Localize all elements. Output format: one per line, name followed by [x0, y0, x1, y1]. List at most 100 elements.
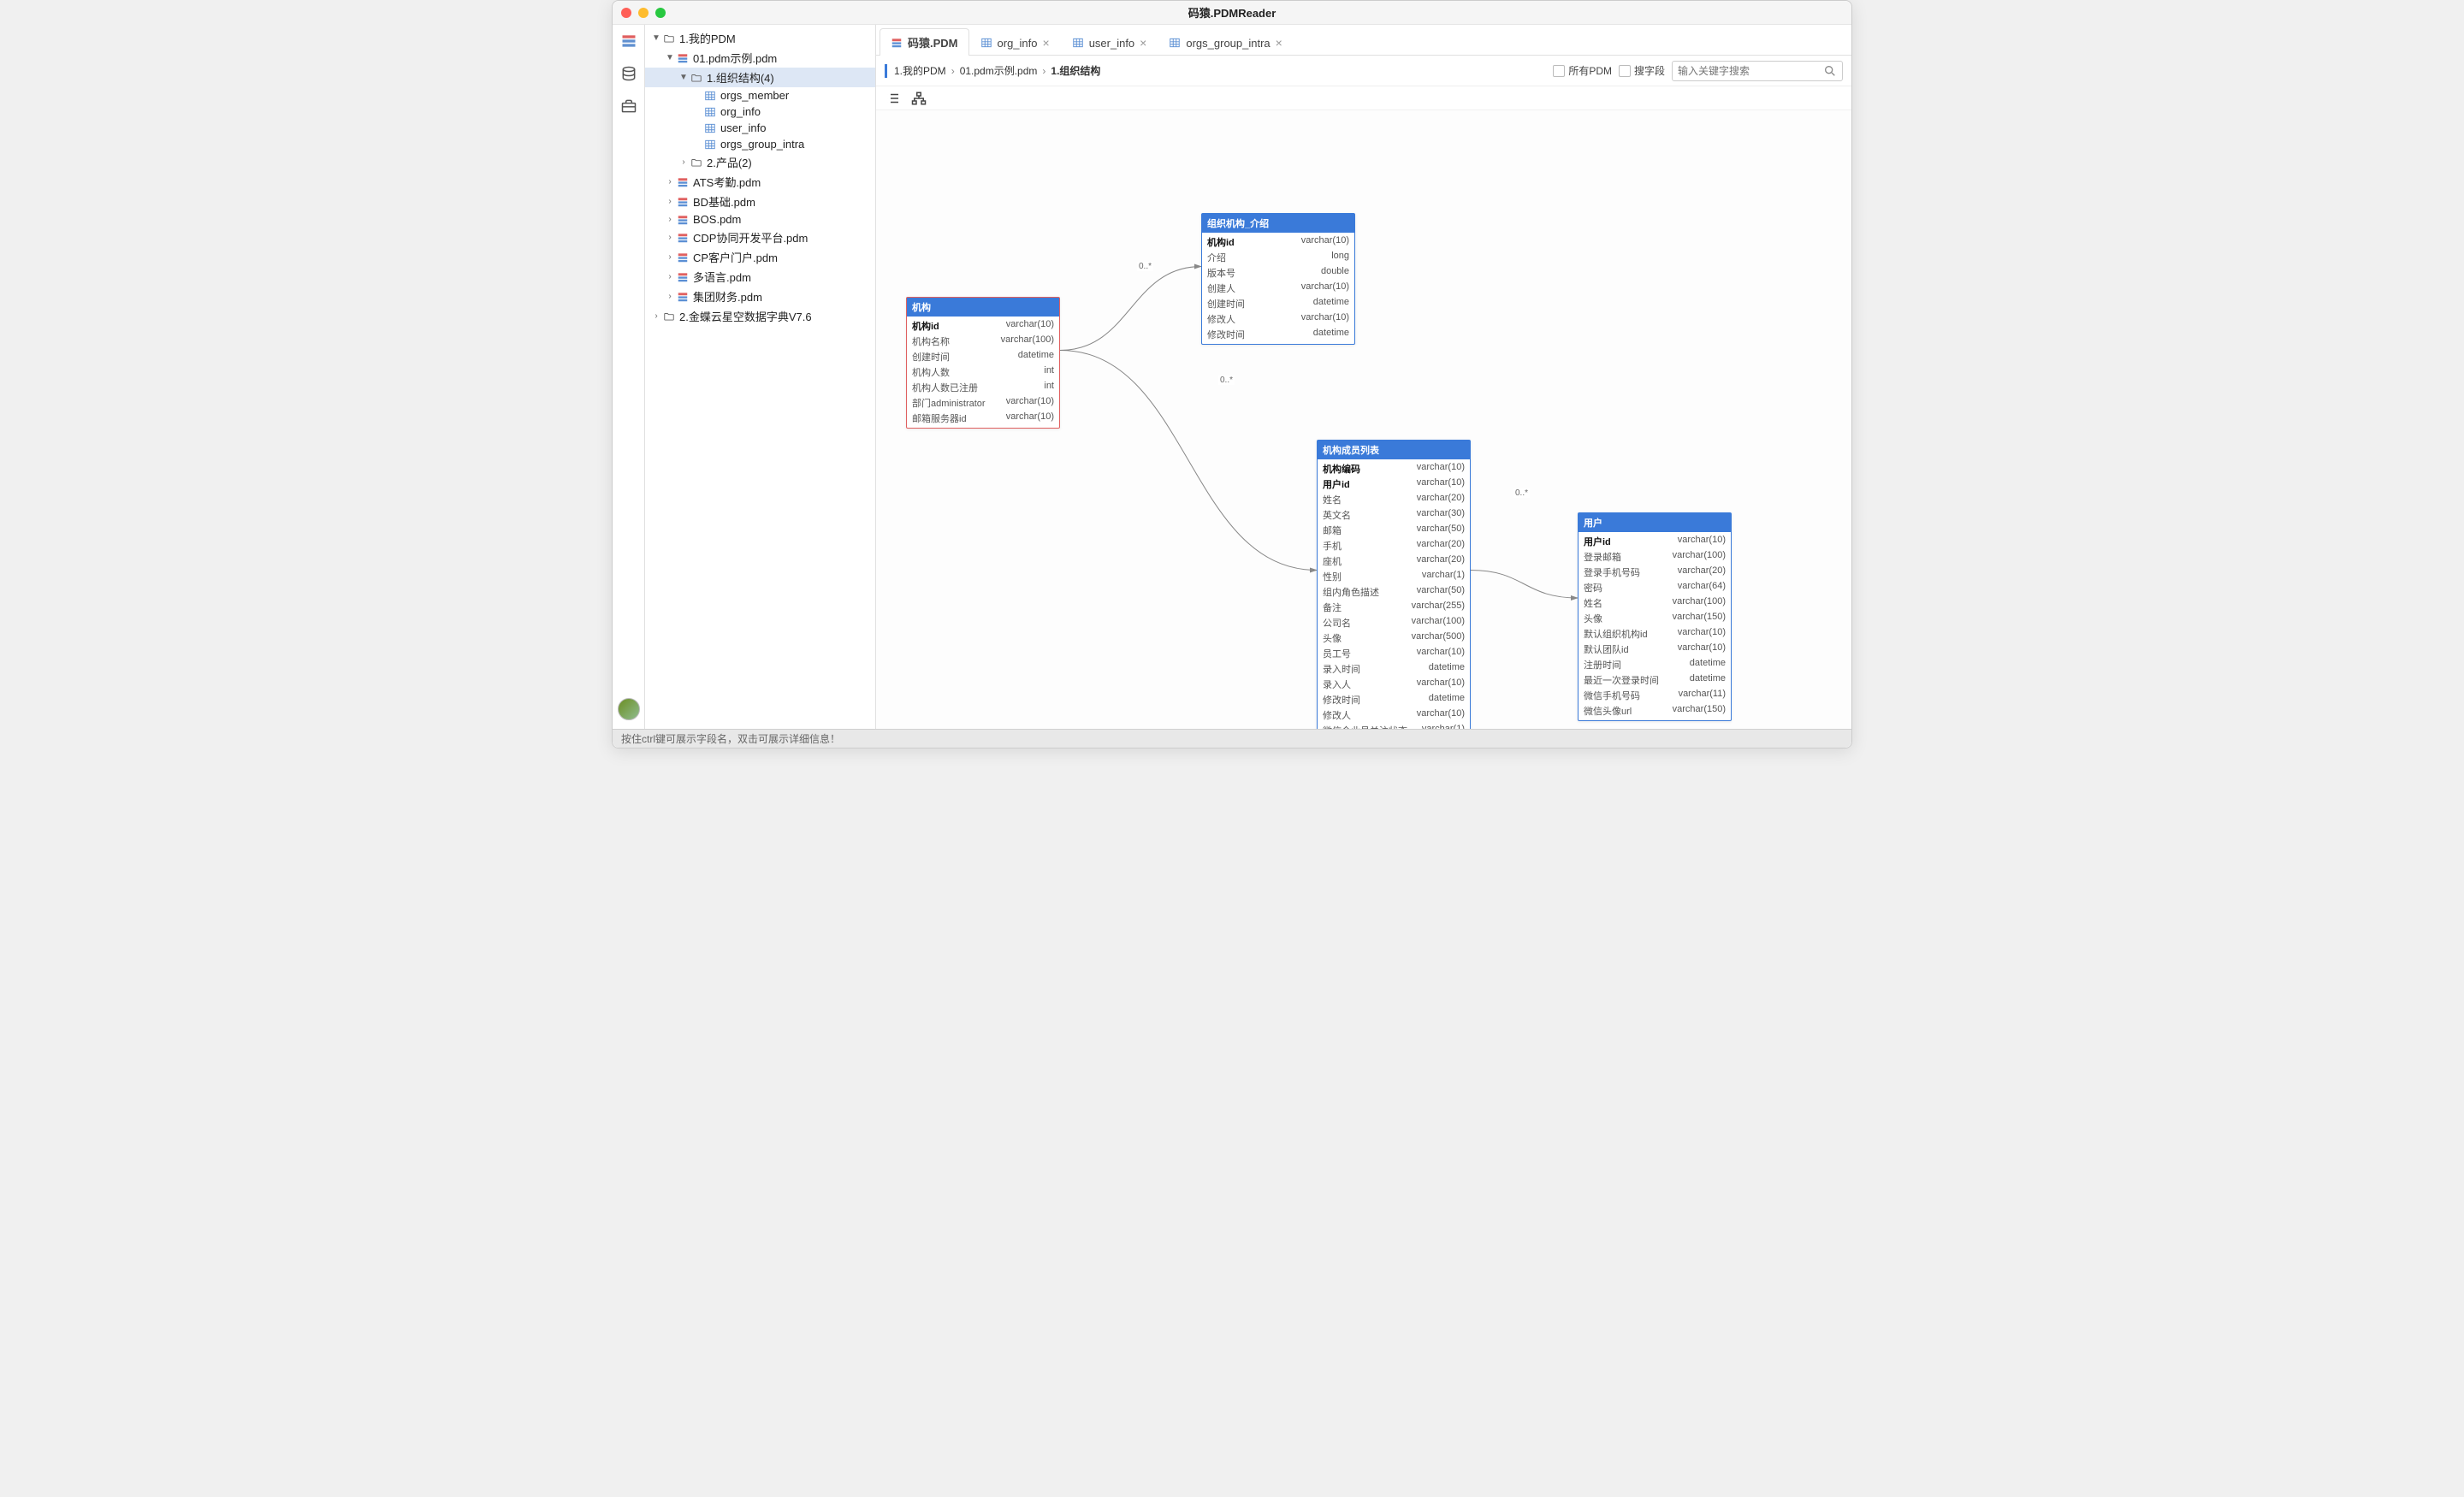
expand-icon[interactable]: ›: [650, 311, 662, 321]
erd-column[interactable]: 机构idvarchar(10): [1202, 234, 1354, 250]
erd-column[interactable]: 录入人varchar(10): [1318, 677, 1470, 692]
erd-column[interactable]: 备注varchar(255): [1318, 600, 1470, 615]
erd-column[interactable]: 登录手机号码varchar(20): [1578, 565, 1731, 580]
tree-item[interactable]: ▼1.组织结构(4): [645, 68, 875, 87]
expand-icon[interactable]: ›: [664, 215, 676, 224]
tree-item[interactable]: ›多语言.pdm: [645, 267, 875, 287]
search-input[interactable]: [1678, 65, 1818, 77]
diagram-view-icon[interactable]: [910, 90, 927, 107]
expand-icon[interactable]: ›: [664, 292, 676, 301]
expand-icon[interactable]: ›: [664, 177, 676, 186]
erd-table[interactable]: 用户用户idvarchar(10)登录邮箱varchar(100)登录手机号码v…: [1578, 512, 1732, 721]
tree-item[interactable]: ›2.产品(2): [645, 152, 875, 172]
erd-column[interactable]: 最近一次登录时间datetime: [1578, 672, 1731, 688]
expand-icon[interactable]: ›: [664, 272, 676, 281]
window-close-icon[interactable]: [621, 8, 631, 18]
erd-column[interactable]: 员工号varchar(10): [1318, 646, 1470, 661]
tab[interactable]: user_info×: [1061, 30, 1158, 55]
erd-column[interactable]: 登录邮箱varchar(100): [1578, 549, 1731, 565]
tab[interactable]: 码猿.PDM: [880, 28, 969, 56]
erd-column[interactable]: 修改时间datetime: [1202, 327, 1354, 342]
list-view-icon[interactable]: [885, 90, 902, 107]
erd-column[interactable]: 创建人varchar(10): [1202, 281, 1354, 296]
erd-table[interactable]: 机构机构idvarchar(10)机构名称varchar(100)创建时间dat…: [906, 297, 1060, 429]
erd-column[interactable]: 邮箱varchar(50): [1318, 523, 1470, 538]
breadcrumb-item[interactable]: 01.pdm示例.pdm: [960, 63, 1038, 78]
window-minimize-icon[interactable]: [638, 8, 649, 18]
window-maximize-icon[interactable]: [655, 8, 666, 18]
erd-column[interactable]: 头像varchar(150): [1578, 611, 1731, 626]
tab[interactable]: org_info×: [969, 30, 1061, 55]
tree-item[interactable]: orgs_group_intra: [645, 136, 875, 152]
toolbox-icon[interactable]: [619, 97, 638, 115]
erd-column[interactable]: 录入时间datetime: [1318, 661, 1470, 677]
breadcrumb-item[interactable]: 1.组织结构: [1051, 63, 1100, 78]
table-view-icon[interactable]: [619, 32, 638, 50]
erd-table[interactable]: 机构成员列表机构编码varchar(10)用户idvarchar(10)姓名va…: [1317, 440, 1471, 729]
breadcrumb[interactable]: 1.我的PDM 01.pdm示例.pdm 1.组织结构: [894, 63, 1100, 78]
expand-icon[interactable]: ›: [664, 197, 676, 206]
erd-column[interactable]: 机构名称varchar(100): [907, 334, 1059, 349]
erd-column[interactable]: 修改人varchar(10): [1318, 707, 1470, 723]
erd-column[interactable]: 公司名varchar(100): [1318, 615, 1470, 630]
expand-icon[interactable]: ▼: [664, 53, 676, 62]
erd-column[interactable]: 介绍long: [1202, 250, 1354, 265]
erd-column[interactable]: 版本号double: [1202, 265, 1354, 281]
erd-column[interactable]: 部门administratorvarchar(10): [907, 395, 1059, 411]
erd-table[interactable]: 组织机构_介绍机构idvarchar(10)介绍long版本号double创建人…: [1201, 213, 1355, 345]
tree-item[interactable]: ›BD基础.pdm: [645, 192, 875, 211]
expand-icon[interactable]: ›: [664, 233, 676, 242]
tree-item[interactable]: ›2.金蝶云星空数据字典V7.6: [645, 306, 875, 326]
erd-column[interactable]: 邮箱服务器idvarchar(10): [907, 411, 1059, 426]
erd-column[interactable]: 修改时间datetime: [1318, 692, 1470, 707]
database-icon[interactable]: [619, 64, 638, 83]
close-icon[interactable]: ×: [1043, 36, 1050, 50]
erd-column[interactable]: 组内角色描述varchar(50): [1318, 584, 1470, 600]
expand-icon[interactable]: ›: [664, 252, 676, 262]
erd-column[interactable]: 机构idvarchar(10): [907, 318, 1059, 334]
tree-item[interactable]: user_info: [645, 120, 875, 136]
close-icon[interactable]: ×: [1140, 36, 1146, 50]
erd-column[interactable]: 英文名varchar(30): [1318, 507, 1470, 523]
tree-item[interactable]: ›CP客户门户.pdm: [645, 247, 875, 267]
erd-column[interactable]: 姓名varchar(20): [1318, 492, 1470, 507]
erd-column[interactable]: 手机varchar(20): [1318, 538, 1470, 553]
filter-all-pdm-checkbox[interactable]: 所有PDM: [1553, 63, 1612, 78]
search-box[interactable]: [1672, 61, 1843, 81]
close-icon[interactable]: ×: [1276, 36, 1282, 50]
expand-icon[interactable]: ▼: [650, 33, 662, 43]
erd-column[interactable]: 密码varchar(64): [1578, 580, 1731, 595]
tab[interactable]: orgs_group_intra×: [1158, 30, 1293, 55]
expand-icon[interactable]: ›: [678, 157, 690, 167]
erd-column[interactable]: 用户idvarchar(10): [1318, 476, 1470, 492]
tree-item[interactable]: ▼01.pdm示例.pdm: [645, 48, 875, 68]
erd-column[interactable]: 姓名varchar(100): [1578, 595, 1731, 611]
user-avatar[interactable]: [618, 698, 640, 720]
filter-search-fields-checkbox[interactable]: 搜字段: [1619, 63, 1665, 78]
search-icon[interactable]: [1823, 64, 1837, 78]
erd-canvas[interactable]: 组织机构_介绍机构idvarchar(10)介绍long版本号double创建人…: [876, 110, 1851, 729]
erd-column[interactable]: 机构人数int: [907, 364, 1059, 380]
tree-item[interactable]: ›集团财务.pdm: [645, 287, 875, 306]
erd-column[interactable]: 修改人varchar(10): [1202, 311, 1354, 327]
erd-column[interactable]: 默认团队idvarchar(10): [1578, 642, 1731, 657]
erd-column[interactable]: 默认组织机构idvarchar(10): [1578, 626, 1731, 642]
tree-item[interactable]: ›BOS.pdm: [645, 211, 875, 228]
erd-column[interactable]: 创建时间datetime: [907, 349, 1059, 364]
sidebar-tree[interactable]: ▼1.我的PDM▼01.pdm示例.pdm▼1.组织结构(4)orgs_memb…: [645, 25, 876, 729]
erd-column[interactable]: 微信手机号码varchar(11): [1578, 688, 1731, 703]
tree-item[interactable]: ›CDP协同开发平台.pdm: [645, 228, 875, 247]
erd-column[interactable]: 微信头像urlvarchar(150): [1578, 703, 1731, 719]
erd-column[interactable]: 性别varchar(1): [1318, 569, 1470, 584]
erd-column[interactable]: 注册时间datetime: [1578, 657, 1731, 672]
erd-column[interactable]: 头像varchar(500): [1318, 630, 1470, 646]
tree-item[interactable]: ›ATS考勤.pdm: [645, 172, 875, 192]
erd-column[interactable]: 座机varchar(20): [1318, 553, 1470, 569]
erd-column[interactable]: 机构人数已注册int: [907, 380, 1059, 395]
expand-icon[interactable]: ▼: [678, 73, 690, 82]
tree-item[interactable]: ▼1.我的PDM: [645, 28, 875, 48]
erd-column[interactable]: 微信企业号关注状态varchar(1): [1318, 723, 1470, 729]
breadcrumb-item[interactable]: 1.我的PDM: [894, 63, 946, 78]
tree-item[interactable]: org_info: [645, 104, 875, 120]
tree-item[interactable]: orgs_member: [645, 87, 875, 104]
